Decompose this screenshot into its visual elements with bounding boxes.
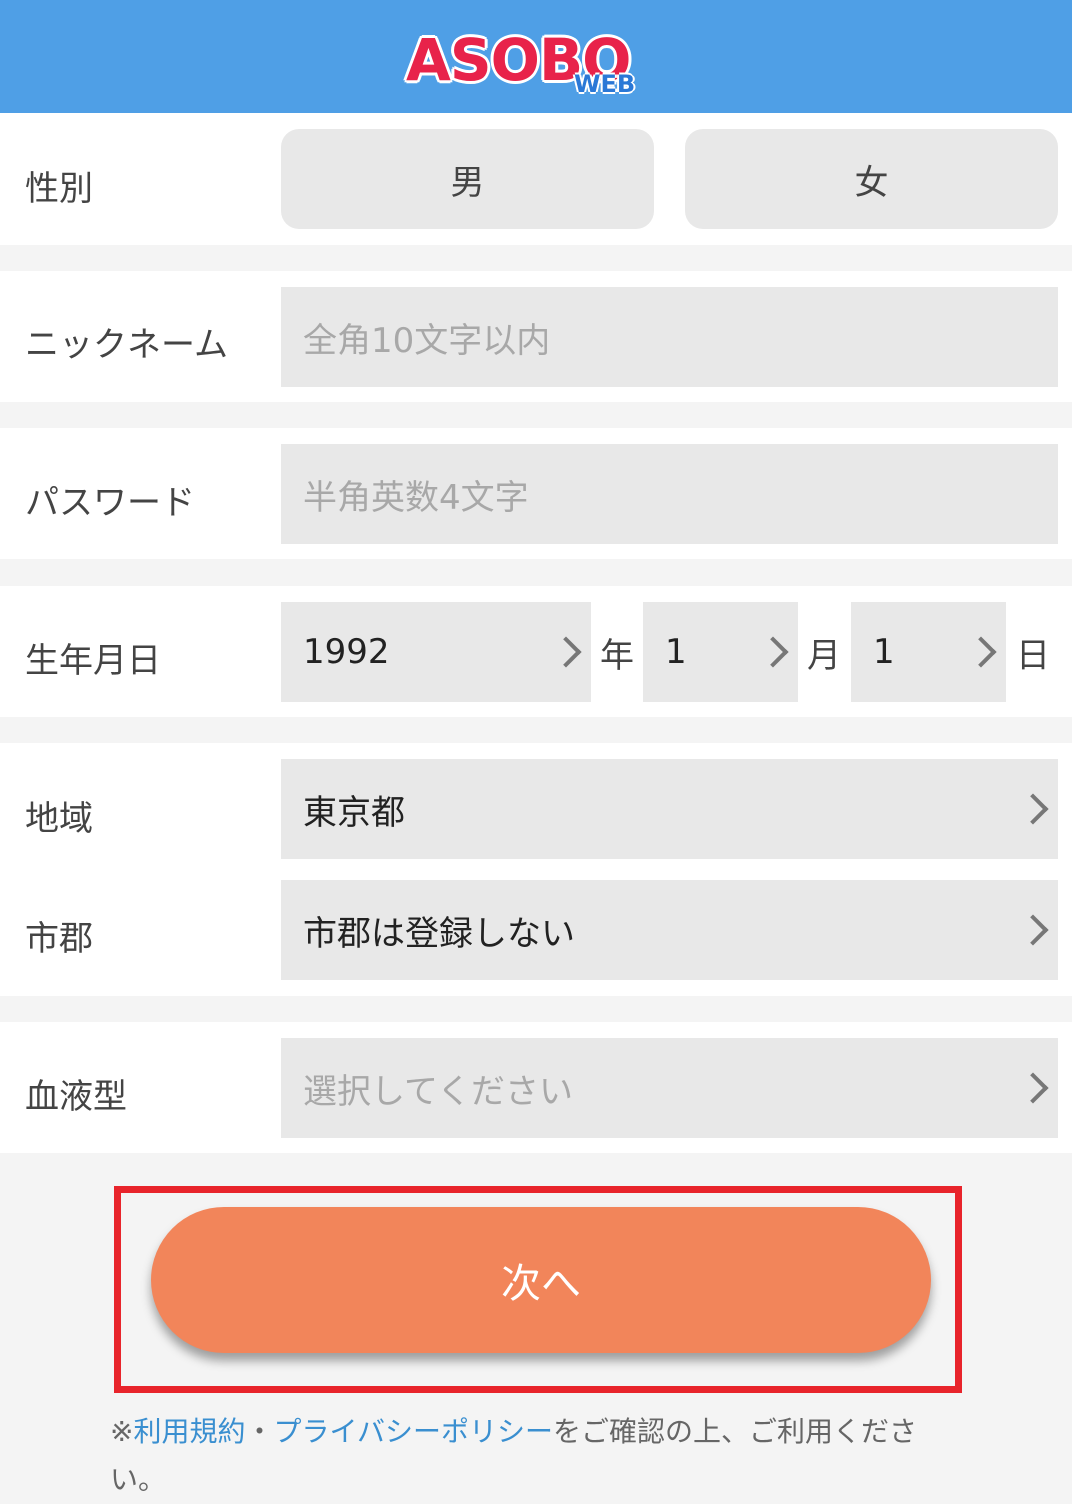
chevron-right-icon [550, 636, 582, 668]
gender-label: 性別 [25, 169, 93, 209]
city-value: 市郡は登録しない [303, 913, 575, 954]
notice-prefix: ※ [110, 1415, 134, 1448]
password-input[interactable]: 半角英数4文字 [281, 444, 1058, 544]
blood-type-select[interactable]: 選択してください [281, 1038, 1058, 1138]
birth-month-value: 1 [665, 632, 687, 672]
nickname-label: ニックネーム [25, 325, 228, 365]
gender-female-button[interactable]: 女 [685, 129, 1058, 229]
password-label: パスワード [25, 483, 195, 523]
chevron-right-icon [1017, 1072, 1049, 1104]
nickname-input[interactable]: 全角10文字以内 [281, 287, 1058, 387]
terms-notice: ※利用規約・プライバシーポリシーをご確認の上、ご利用ください。 [110, 1408, 960, 1504]
blood-type-label: 血液型 [25, 1077, 127, 1117]
birth-day-value: 1 [873, 632, 895, 672]
chevron-right-icon [757, 636, 789, 668]
year-unit: 年 [600, 635, 634, 676]
birth-year-value: 1992 [303, 632, 390, 672]
asobo-web-logo: ASOBO WEB [406, 12, 666, 102]
chevron-right-icon [1017, 793, 1049, 825]
region-select[interactable]: 東京都 [281, 759, 1058, 859]
gender-male-button[interactable]: 男 [281, 129, 654, 229]
region-label: 地域 [25, 799, 93, 839]
day-unit: 日 [1016, 635, 1050, 676]
privacy-policy-link[interactable]: プライバシーポリシー [274, 1415, 553, 1448]
terms-link[interactable]: 利用規約 [133, 1415, 245, 1448]
birth-month-select[interactable]: 1 [643, 602, 798, 702]
nickname-placeholder: 全角10文字以内 [303, 320, 551, 361]
chevron-right-icon [965, 636, 997, 668]
chevron-right-icon [1017, 914, 1049, 946]
city-select[interactable]: 市郡は登録しない [281, 880, 1058, 980]
notice-separator: ・ [245, 1415, 274, 1448]
month-unit: 月 [807, 635, 841, 676]
birthdate-label: 生年月日 [25, 641, 161, 681]
city-label: 市郡 [25, 919, 93, 959]
birth-day-select[interactable]: 1 [851, 602, 1006, 702]
password-placeholder: 半角英数4文字 [303, 477, 529, 518]
region-value: 東京都 [303, 792, 405, 833]
logo-subtext: WEB [574, 69, 636, 98]
next-button[interactable]: 次へ [151, 1207, 931, 1353]
app-header: ASOBO WEB [0, 0, 1072, 113]
birth-year-select[interactable]: 1992 [281, 602, 591, 702]
blood-type-placeholder: 選択してください [303, 1071, 573, 1112]
